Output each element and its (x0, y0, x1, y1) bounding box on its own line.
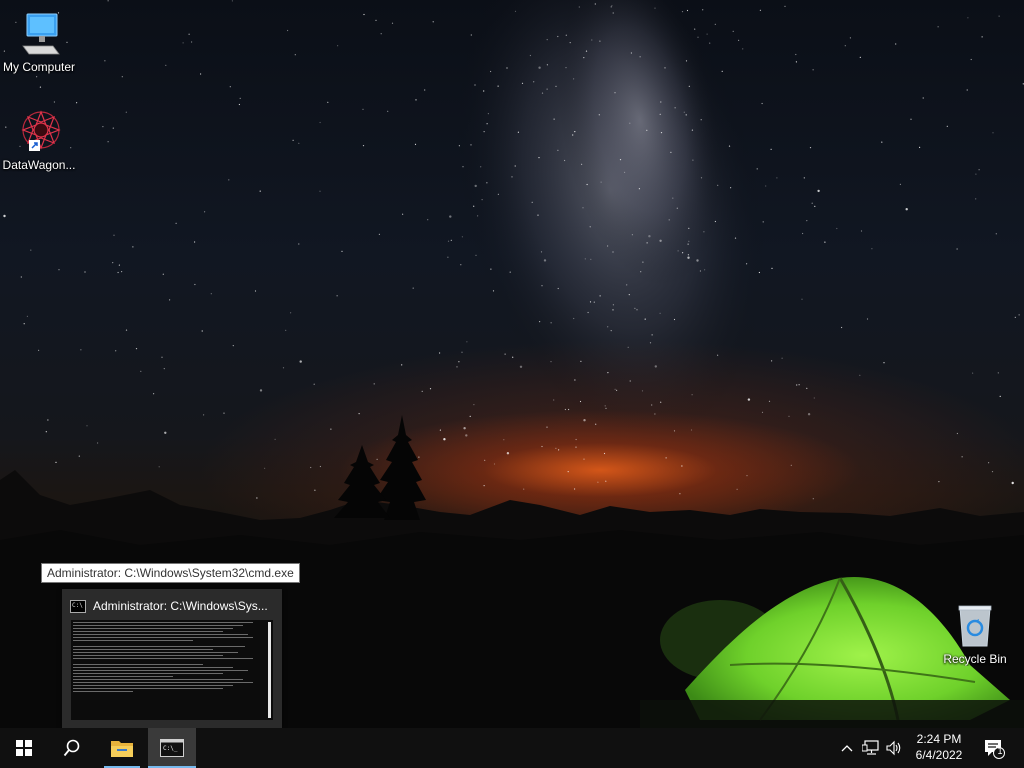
datawagon-shortcut-icon (15, 108, 63, 156)
preview-content[interactable] (71, 620, 273, 720)
search-button[interactable] (48, 728, 96, 768)
start-icon (16, 740, 32, 756)
svg-text:C:\_: C:\_ (163, 745, 178, 752)
volume-icon (886, 740, 901, 756)
show-hidden-icons-button[interactable] (838, 728, 856, 768)
computer-icon (15, 10, 63, 58)
start-button[interactable] (0, 728, 48, 768)
network-icon (862, 740, 879, 755)
console-line (73, 688, 223, 689)
preview-window-title: Administrator: C:\Windows\Sys... (93, 599, 268, 613)
console-line (73, 676, 173, 677)
notification-count-badge: 1 (997, 746, 1003, 756)
console-line (73, 631, 223, 632)
console-line (73, 691, 133, 692)
console-line (73, 652, 238, 653)
preview-scrollbar (268, 622, 271, 718)
taskbar: C:\_ 2:24 PM 6/4/2022 1 (0, 728, 1024, 768)
chevron-up-icon (841, 745, 853, 752)
recycle-bin-icon (951, 602, 999, 650)
console-line (73, 649, 213, 650)
file-explorer-icon (111, 741, 133, 757)
volume-tray-button[interactable] (884, 728, 906, 768)
clock-date: 6/4/2022 (915, 748, 963, 762)
desktop-icon-datawagon[interactable]: DataWagon... (0, 108, 78, 172)
console-line (73, 682, 253, 683)
desktop-icon-recycle-bin[interactable]: Recycle Bin (936, 602, 1014, 666)
cmd-icon: C:\_ (160, 739, 184, 757)
console-line (73, 655, 223, 656)
desktop-icon-label: My Computer (2, 60, 76, 74)
console-line (73, 628, 233, 629)
taskbar-tooltip: Administrator: C:\Windows\System32\cmd.e… (41, 563, 300, 583)
console-line (73, 634, 248, 635)
console-line (73, 622, 253, 623)
console-line (73, 640, 193, 641)
console-line (73, 646, 245, 647)
cmd-taskbar-button[interactable]: C:\_ (148, 728, 196, 768)
console-line (73, 664, 203, 665)
console-line (73, 685, 233, 686)
console-line (73, 625, 243, 626)
desktop-icon-label: Recycle Bin (943, 652, 1007, 666)
console-line (73, 673, 223, 674)
search-icon (63, 739, 80, 757)
desktop-icon-label: DataWagon... (2, 158, 76, 172)
console-line (73, 637, 253, 638)
preview-title-bar: C:\ Administrator: C:\Windows\Sys... (70, 598, 278, 614)
console-line (73, 667, 233, 668)
network-tray-button[interactable] (860, 728, 882, 768)
console-line (73, 658, 253, 659)
taskbar-window-preview[interactable]: C:\ Administrator: C:\Windows\Sys... (62, 589, 282, 728)
desktop-icon-my-computer[interactable]: My Computer (0, 10, 78, 74)
file-explorer-button[interactable] (98, 728, 146, 768)
system-clock[interactable]: 2:24 PM 6/4/2022 (910, 731, 968, 763)
console-line (73, 670, 248, 671)
clock-time: 2:24 PM (916, 732, 962, 746)
cmd-icon: C:\ (70, 599, 86, 613)
action-center-button[interactable]: 1 (978, 728, 1008, 768)
console-line (73, 679, 243, 680)
